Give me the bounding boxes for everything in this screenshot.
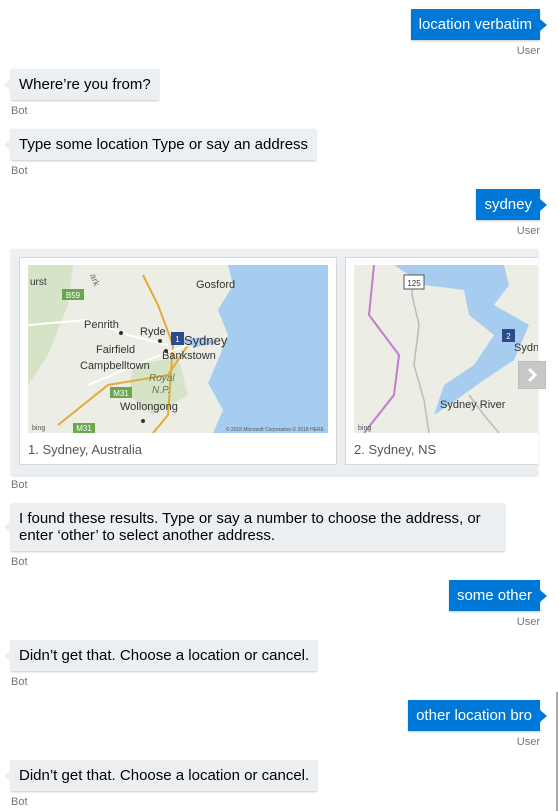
sender-label: Bot (11, 165, 28, 177)
location-card[interactable]: B59 urst ark Penrith Gosford Ryde Sydney… (19, 257, 337, 465)
sender-label: Bot (11, 556, 28, 568)
carousel-next-button[interactable] (518, 361, 546, 389)
sender-label: Bot (11, 105, 28, 117)
location-card[interactable]: 125 Sydney Sydney River 2 bing 2. Sydney… (345, 257, 538, 465)
sender-label: User (516, 225, 540, 237)
chat-history: location verbatim User Where’re you from… (0, 0, 558, 811)
map-label: N.P. (152, 385, 170, 396)
message-text: sydney (484, 196, 532, 213)
map-copyright: © 2018 Microsoft Corporation © 2018 HERE (226, 426, 325, 433)
map-label: Campbelltown (80, 360, 150, 372)
message-text: Didn’t get that. Choose a location or ca… (19, 767, 310, 784)
sender-label: Bot (11, 676, 28, 688)
sender-label: Bot (11, 796, 28, 808)
map-image[interactable]: B59 urst ark Penrith Gosford Ryde Sydney… (28, 265, 328, 433)
message-text: I found these results. Type or say a num… (19, 510, 481, 544)
map-label: Wollongong (120, 401, 178, 413)
map-label: Bankstown (162, 350, 216, 362)
map-label: 125 (407, 279, 421, 288)
sender-label: User (516, 45, 540, 57)
message-text: some other (456, 587, 532, 604)
chevron-right-icon (527, 367, 538, 383)
bot-message: I found these results. Type or say a num… (4, 503, 505, 551)
map-label: Gosford (196, 279, 235, 291)
map-label: M31 (113, 389, 129, 398)
map-label: Sydney (514, 342, 538, 354)
bot-message: Didn’t get that. Choose a location or ca… (3, 640, 318, 671)
user-message: some other (448, 580, 548, 611)
bot-message: Where’re you from? (4, 69, 159, 100)
location-carousel: B59 urst ark Penrith Gosford Ryde Sydney… (11, 249, 538, 475)
message-text: location verbatim (418, 16, 532, 33)
user-message: sydney (476, 189, 547, 220)
map-label: B59 (66, 291, 81, 300)
bot-message: Didn’t get that. Choose a location or ca… (3, 760, 318, 791)
map-label: Sydney River (440, 399, 506, 411)
bing-logo: bing (358, 425, 371, 432)
map-label: Fairfield (96, 344, 135, 356)
map-label: Ryde (140, 326, 166, 338)
message-text: other location bro (416, 707, 532, 724)
bing-logo: bing (32, 425, 45, 432)
user-message: other location bro (408, 700, 547, 731)
sender-label: Bot (11, 479, 28, 491)
map-label: Sydney (184, 333, 228, 348)
sender-label: User (516, 736, 540, 748)
map-label: urst (30, 277, 47, 288)
card-title: 1. Sydney, Australia (28, 442, 142, 457)
user-message: location verbatim (410, 9, 548, 40)
message-text: Didn’t get that. Choose a location or ca… (19, 647, 310, 664)
message-text: Where’re you from? (19, 76, 151, 93)
map-pin-number: 2 (506, 332, 511, 341)
message-text: Type some location Type or say an addres… (19, 136, 309, 153)
map-label: Penrith (84, 319, 119, 331)
bot-message: Type some location Type or say an addres… (3, 129, 317, 160)
sender-label: User (516, 616, 540, 628)
map-pin-number: 1 (175, 335, 180, 344)
map-label: Royal (149, 373, 175, 384)
map-image[interactable]: 125 Sydney Sydney River 2 bing (354, 265, 538, 433)
map-label: M31 (76, 424, 92, 433)
card-title: 2. Sydney, NS (354, 442, 437, 457)
